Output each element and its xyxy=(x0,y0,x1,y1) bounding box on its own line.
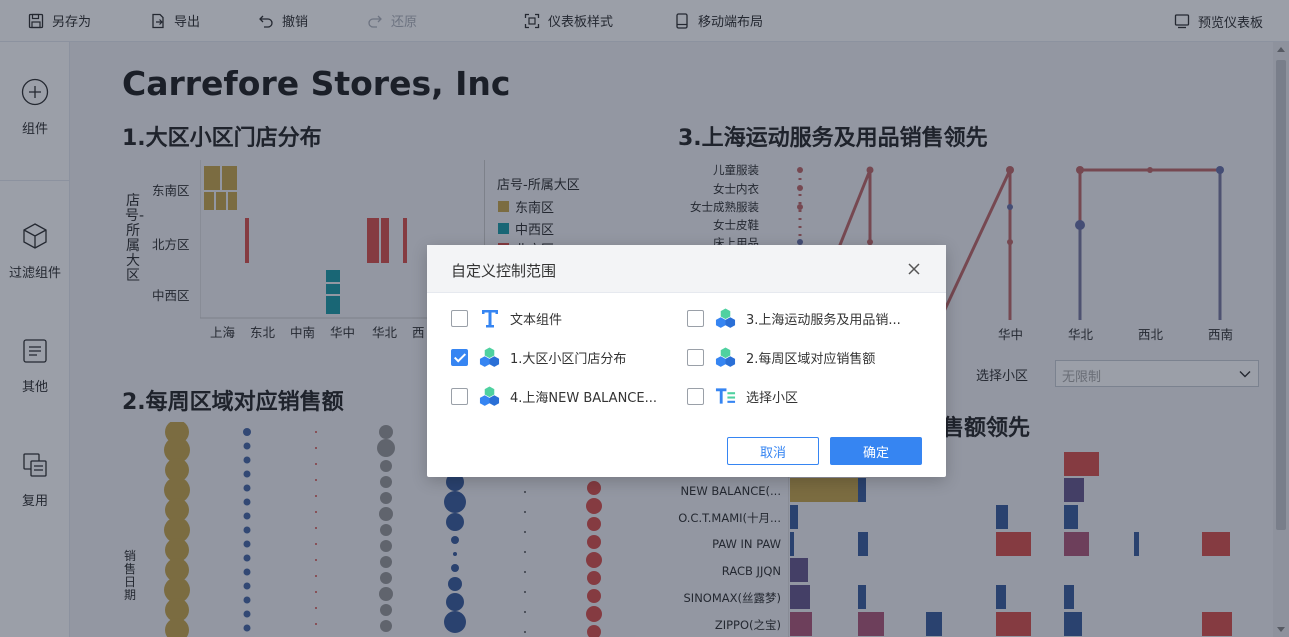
cancel-button[interactable]: 取消 xyxy=(727,437,819,465)
option-label: 选择小区 xyxy=(746,390,799,406)
text-list-icon xyxy=(715,386,736,407)
checkbox[interactable] xyxy=(687,309,704,327)
checkbox[interactable] xyxy=(451,387,468,405)
checkbox[interactable] xyxy=(687,387,704,405)
option-select-subregion[interactable]: 选择小区 xyxy=(687,386,798,406)
chart-cubes-icon xyxy=(479,347,500,368)
option-widget1[interactable]: 1.大区小区门店分布 xyxy=(451,347,626,367)
option-text-component[interactable]: 文本组件 xyxy=(451,308,562,328)
chart-cubes-icon xyxy=(479,386,500,407)
chart-cubes-icon xyxy=(715,308,736,329)
option-label: 3.上海运动服务及用品销... xyxy=(746,312,901,328)
custom-control-range-dialog: 自定义控制范围 文本组件 3.上海运动服务及用品销... 1.大区小区门店分布 … xyxy=(427,245,946,477)
option-widget3[interactable]: 3.上海运动服务及用品销... xyxy=(687,308,901,328)
option-label: 文本组件 xyxy=(510,312,563,328)
option-label: 2.每周区域对应销售额 xyxy=(746,351,876,367)
option-label: 4.上海NEW BALANCE... xyxy=(510,390,657,406)
option-label: 1.大区小区门店分布 xyxy=(510,351,627,367)
chart-cubes-icon xyxy=(715,347,736,368)
option-widget4[interactable]: 4.上海NEW BALANCE... xyxy=(451,386,657,406)
option-widget2[interactable]: 2.每周区域对应销售额 xyxy=(687,347,875,367)
text-icon xyxy=(479,308,500,329)
checkbox[interactable] xyxy=(451,309,468,327)
close-icon[interactable] xyxy=(908,263,920,275)
confirm-button[interactable]: 确定 xyxy=(830,437,922,465)
dialog-header: 自定义控制范围 xyxy=(427,245,946,293)
checkbox-checked[interactable] xyxy=(451,348,468,366)
checkbox[interactable] xyxy=(687,348,704,366)
dialog-title: 自定义控制范围 xyxy=(451,262,557,280)
